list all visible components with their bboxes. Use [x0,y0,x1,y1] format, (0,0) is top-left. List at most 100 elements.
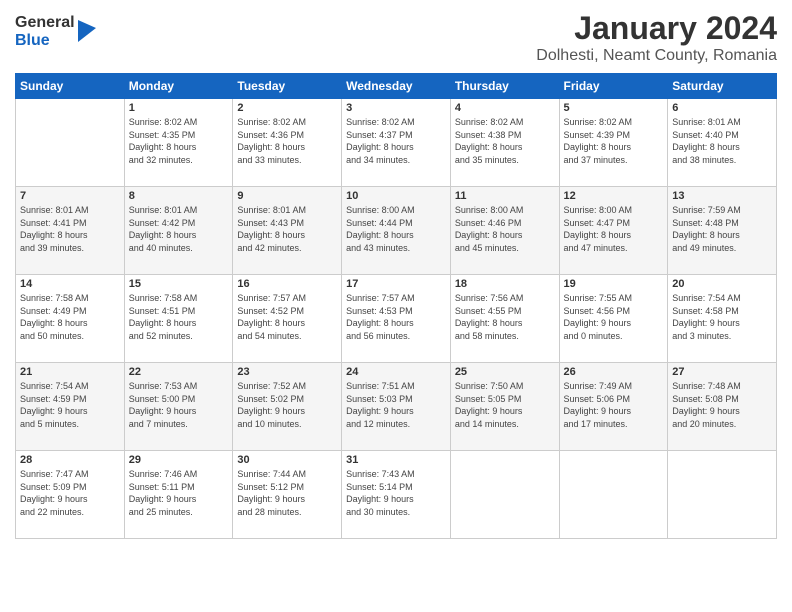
day-header-wednesday: Wednesday [342,74,451,99]
cell-content: Sunrise: 7:43 AM Sunset: 5:14 PM Dayligh… [346,468,446,518]
logo-text: General Blue [15,14,75,49]
calendar-cell: 6 Sunrise: 8:01 AM Sunset: 4:40 PM Daylig… [668,99,777,187]
cell-content: Sunrise: 7:53 AM Sunset: 5:00 PM Dayligh… [129,380,229,430]
day-number: 26 [564,366,664,378]
day-number: 7 [20,190,120,202]
calendar-cell: 19 Sunrise: 7:55 AM Sunset: 4:56 PM Dayli… [559,275,668,363]
cell-content: Sunrise: 8:01 AM Sunset: 4:40 PM Dayligh… [672,116,772,166]
day-header-tuesday: Tuesday [233,74,342,99]
cell-content: Sunrise: 7:55 AM Sunset: 4:56 PM Dayligh… [564,292,664,342]
calendar-cell: 2 Sunrise: 8:02 AM Sunset: 4:36 PM Daylig… [233,99,342,187]
cell-content: Sunrise: 8:01 AM Sunset: 4:41 PM Dayligh… [20,204,120,254]
day-number: 4 [455,102,555,114]
day-header-sunday: Sunday [16,74,125,99]
calendar-cell: 15 Sunrise: 7:58 AM Sunset: 4:51 PM Dayli… [124,275,233,363]
cell-content: Sunrise: 8:00 AM Sunset: 4:47 PM Dayligh… [564,204,664,254]
cell-content: Sunrise: 7:47 AM Sunset: 5:09 PM Dayligh… [20,468,120,518]
calendar-cell: 17 Sunrise: 7:57 AM Sunset: 4:53 PM Dayli… [342,275,451,363]
cell-content: Sunrise: 7:56 AM Sunset: 4:55 PM Dayligh… [455,292,555,342]
cell-content: Sunrise: 8:01 AM Sunset: 4:42 PM Dayligh… [129,204,229,254]
calendar-cell [559,451,668,539]
title-area: January 2024 Dolhesti, Neamt County, Rom… [536,10,777,65]
calendar-cell: 23 Sunrise: 7:52 AM Sunset: 5:02 PM Dayli… [233,363,342,451]
calendar-cell: 3 Sunrise: 8:02 AM Sunset: 4:37 PM Daylig… [342,99,451,187]
day-number: 25 [455,366,555,378]
subtitle: Dolhesti, Neamt County, Romania [536,47,777,65]
calendar-cell: 31 Sunrise: 7:43 AM Sunset: 5:14 PM Dayli… [342,451,451,539]
day-number: 23 [237,366,337,378]
calendar-cell: 20Sunrise: 7:54 AM Sunset: 4:58 PM Dayli… [668,275,777,363]
cell-content: Sunrise: 8:02 AM Sunset: 4:38 PM Dayligh… [455,116,555,166]
header: General Blue January 2024 Dolhesti, Neam… [15,10,777,65]
logo-icon [78,20,96,42]
day-number: 28 [20,454,120,466]
calendar-cell: 4 Sunrise: 8:02 AM Sunset: 4:38 PM Daylig… [450,99,559,187]
day-number: 29 [129,454,229,466]
calendar-cell [450,451,559,539]
day-number: 11 [455,190,555,202]
calendar-cell: 16Sunrise: 7:57 AM Sunset: 4:52 PM Dayli… [233,275,342,363]
cell-content: Sunrise: 7:50 AM Sunset: 5:05 PM Dayligh… [455,380,555,430]
calendar-cell: 10 Sunrise: 8:00 AM Sunset: 4:44 PM Dayli… [342,187,451,275]
calendar-table: SundayMondayTuesdayWednesdayThursdayFrid… [15,73,777,539]
day-header-thursday: Thursday [450,74,559,99]
calendar-cell: 12Sunrise: 8:00 AM Sunset: 4:47 PM Dayli… [559,187,668,275]
header-row: SundayMondayTuesdayWednesdayThursdayFrid… [16,74,777,99]
cell-content: Sunrise: 8:02 AM Sunset: 4:37 PM Dayligh… [346,116,446,166]
day-number: 10 [346,190,446,202]
day-number: 20 [672,278,772,290]
day-number: 21 [20,366,120,378]
calendar-cell: 5Sunrise: 8:02 AM Sunset: 4:39 PM Daylig… [559,99,668,187]
day-number: 18 [455,278,555,290]
month-title: January 2024 [536,10,777,47]
logo: General Blue [15,14,96,49]
week-row-2: 7 Sunrise: 8:01 AM Sunset: 4:41 PM Daylig… [16,187,777,275]
cell-content: Sunrise: 7:57 AM Sunset: 4:53 PM Dayligh… [346,292,446,342]
day-number: 17 [346,278,446,290]
day-number: 1 [129,102,229,114]
day-number: 24 [346,366,446,378]
cell-content: Sunrise: 7:46 AM Sunset: 5:11 PM Dayligh… [129,468,229,518]
week-row-3: 14Sunrise: 7:58 AM Sunset: 4:49 PM Dayli… [16,275,777,363]
calendar-cell: 18 Sunrise: 7:56 AM Sunset: 4:55 PM Dayli… [450,275,559,363]
calendar-cell [16,99,125,187]
cell-content: Sunrise: 8:02 AM Sunset: 4:36 PM Dayligh… [237,116,337,166]
calendar-cell: 27Sunrise: 7:48 AM Sunset: 5:08 PM Dayli… [668,363,777,451]
week-row-5: 28 Sunrise: 7:47 AM Sunset: 5:09 PM Dayli… [16,451,777,539]
calendar-cell: 13Sunrise: 7:59 AM Sunset: 4:48 PM Dayli… [668,187,777,275]
cell-content: Sunrise: 7:52 AM Sunset: 5:02 PM Dayligh… [237,380,337,430]
calendar-cell [668,451,777,539]
day-number: 15 [129,278,229,290]
calendar-cell: 14Sunrise: 7:58 AM Sunset: 4:49 PM Dayli… [16,275,125,363]
cell-content: Sunrise: 7:58 AM Sunset: 4:51 PM Dayligh… [129,292,229,342]
day-header-friday: Friday [559,74,668,99]
calendar-cell: 1 Sunrise: 8:02 AM Sunset: 4:35 PM Daylig… [124,99,233,187]
calendar-cell: 22 Sunrise: 7:53 AM Sunset: 5:00 PM Dayli… [124,363,233,451]
cell-content: Sunrise: 7:44 AM Sunset: 5:12 PM Dayligh… [237,468,337,518]
day-number: 22 [129,366,229,378]
day-number: 2 [237,102,337,114]
cell-content: Sunrise: 7:59 AM Sunset: 4:48 PM Dayligh… [672,204,772,254]
calendar-cell: 29 Sunrise: 7:46 AM Sunset: 5:11 PM Dayli… [124,451,233,539]
day-number: 9 [237,190,337,202]
cell-content: Sunrise: 7:54 AM Sunset: 4:59 PM Dayligh… [20,380,120,430]
calendar-cell: 11 Sunrise: 8:00 AM Sunset: 4:46 PM Dayli… [450,187,559,275]
cell-content: Sunrise: 8:00 AM Sunset: 4:46 PM Dayligh… [455,204,555,254]
calendar-cell: 9 Sunrise: 8:01 AM Sunset: 4:43 PM Daylig… [233,187,342,275]
calendar-cell: 24 Sunrise: 7:51 AM Sunset: 5:03 PM Dayli… [342,363,451,451]
calendar-cell: 28 Sunrise: 7:47 AM Sunset: 5:09 PM Dayli… [16,451,125,539]
calendar-cell: 21 Sunrise: 7:54 AM Sunset: 4:59 PM Dayli… [16,363,125,451]
day-number: 31 [346,454,446,466]
cell-content: Sunrise: 7:51 AM Sunset: 5:03 PM Dayligh… [346,380,446,430]
cell-content: Sunrise: 7:57 AM Sunset: 4:52 PM Dayligh… [237,292,337,342]
cell-content: Sunrise: 8:01 AM Sunset: 4:43 PM Dayligh… [237,204,337,254]
day-number: 6 [672,102,772,114]
cell-content: Sunrise: 8:02 AM Sunset: 4:35 PM Dayligh… [129,116,229,166]
day-number: 30 [237,454,337,466]
logo-general: General [15,14,75,32]
day-header-monday: Monday [124,74,233,99]
cell-content: Sunrise: 7:49 AM Sunset: 5:06 PM Dayligh… [564,380,664,430]
cell-content: Sunrise: 8:00 AM Sunset: 4:44 PM Dayligh… [346,204,446,254]
day-number: 3 [346,102,446,114]
day-number: 19 [564,278,664,290]
